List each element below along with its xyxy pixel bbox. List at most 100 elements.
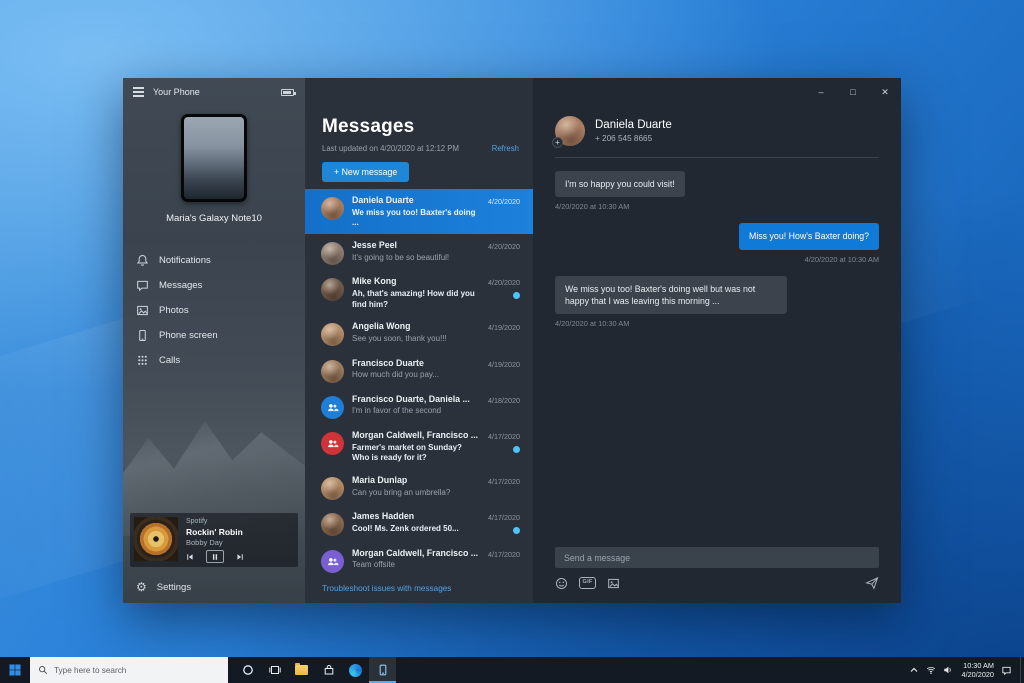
previous-track-icon[interactable] [186, 553, 194, 561]
sidebar-nav: Notifications Messages Photos Phone scre… [123, 248, 305, 373]
messages-header: Messages Last updated on 4/20/2020 at 12… [305, 106, 533, 153]
your-phone-taskbar-button[interactable] [369, 657, 396, 683]
tray-overflow-chevron-icon[interactable] [909, 665, 919, 675]
conversation-name: James Hadden [352, 511, 415, 522]
close-button[interactable]: ✕ [869, 78, 901, 106]
sidebar-item-settings[interactable]: ⚙ Settings [123, 575, 305, 603]
send-icon[interactable] [865, 576, 879, 590]
file-explorer-button[interactable] [288, 657, 315, 683]
thread-spacer [533, 340, 901, 547]
conversation-row-group-francisco-daniela[interactable]: Francisco Duarte, Daniela ... I'm in fav… [305, 388, 533, 424]
thread-contact-info: Daniela Duarte + 206 545 8665 [595, 119, 672, 143]
conversation-row-maria-dunlap[interactable]: Maria Dunlap Can you bring an umbrella? … [305, 469, 533, 505]
task-view-button[interactable] [261, 657, 288, 683]
nav-label: Photos [159, 305, 189, 316]
conversation-name: Morgan Caldwell, Francisco ... [352, 430, 479, 441]
gif-icon[interactable]: GIF [579, 576, 597, 590]
taskbar: 10:30 AM 4/20/2020 [0, 657, 1024, 683]
desktop: Your Phone – □ ✕ Maria's Galaxy Note10 N… [0, 0, 1024, 683]
sidebar-item-messages[interactable]: Messages [123, 273, 305, 298]
search-input[interactable] [54, 665, 220, 675]
last-updated-row: Last updated on 4/20/2020 at 12:12 PM Re… [322, 144, 519, 153]
volume-icon[interactable] [943, 665, 953, 675]
player-info: Spotify Rockin' Robin Bobby Day [186, 517, 294, 563]
nav-label: Notifications [159, 255, 211, 266]
image-attach-icon[interactable] [607, 577, 620, 590]
window-controls: – □ ✕ [805, 78, 901, 106]
contact-avatar [321, 242, 344, 266]
your-phone-icon [379, 664, 386, 676]
task-view-icon [268, 666, 281, 674]
sidebar-item-notifications[interactable]: Notifications [123, 248, 305, 273]
conversation-row-jesse-peel[interactable]: Jesse Peel It's going to be so beautiful… [305, 234, 533, 270]
cortana-button[interactable] [234, 657, 261, 683]
conversation-name: Morgan Caldwell, Francisco ... [352, 547, 479, 558]
conversation-texts: Jesse Peel It's going to be so beautiful… [352, 240, 480, 263]
contact-avatar [321, 323, 344, 347]
player-track-title: Rockin' Robin [186, 527, 243, 537]
group-avatar [321, 395, 344, 419]
next-track-icon[interactable] [236, 553, 244, 561]
phone-preview [181, 114, 247, 202]
nav-label: Messages [159, 280, 203, 291]
conversation-row-francisco-duarte[interactable]: Francisco Duarte How much did you pay...… [305, 352, 533, 388]
conversation-row-mike-kong[interactable]: Mike Kong Ah, that's amazing! How did yo… [305, 270, 533, 315]
network-icon[interactable] [926, 665, 936, 675]
start-button[interactable] [0, 657, 30, 683]
message-input[interactable] [555, 547, 879, 568]
thread-contact-name: Daniela Duarte [595, 119, 672, 131]
device-name: Maria's Galaxy Note10 [166, 213, 262, 224]
nav-label: Phone screen [159, 330, 218, 341]
conversation-row-angelia-wong[interactable]: Angelia Wong See you soon, thank you!!! … [305, 315, 533, 351]
sidebar-item-photos[interactable]: Photos [123, 298, 305, 323]
conversation-row-group-team-offsite[interactable]: Morgan Caldwell, Francisco ... Team offs… [305, 542, 533, 578]
conversation-texts: Maria Dunlap Can you bring an umbrella? [352, 475, 480, 498]
conversation-date: 4/20/2020 [488, 278, 520, 288]
store-bag-icon [324, 665, 333, 675]
conversation-row-group-morgan-francisco[interactable]: Morgan Caldwell, Francisco ... Farmer's … [305, 424, 533, 469]
minimize-button[interactable]: – [805, 78, 837, 106]
new-message-button[interactable]: + New message [322, 162, 410, 182]
pause-icon[interactable] [206, 550, 224, 563]
sidebar-item-phone-screen[interactable]: Phone screen [123, 323, 305, 348]
taskbar-spacer [396, 657, 901, 683]
conversation-preview: We miss you too! Baxter's doing ... [352, 207, 476, 228]
conversation-meta: 4/20/2020 [488, 276, 523, 300]
troubleshoot-link[interactable]: Troubleshoot issues with messages [305, 578, 533, 603]
clock-time: 10:30 AM [963, 660, 994, 670]
conversation-thread: + Daniela Duarte + 206 545 8665 I'm so h… [533, 78, 901, 603]
taskbar-search[interactable] [30, 657, 228, 683]
battery-icon [281, 89, 296, 96]
conversation-texts: Francisco Duarte, Daniela ... I'm in fav… [352, 394, 480, 417]
conversation-meta: 4/17/2020 [488, 475, 523, 486]
conversation-name: Maria Dunlap [352, 475, 408, 486]
conversation-meta: 4/19/2020 [488, 358, 523, 369]
conversation-name: Jesse Peel [352, 240, 398, 251]
bell-icon [136, 254, 149, 267]
thread-avatar-wrap: + [552, 116, 585, 148]
taskbar-clock[interactable]: 10:30 AM 4/20/2020 [962, 661, 994, 680]
maximize-button[interactable]: □ [837, 78, 869, 106]
store-button[interactable] [315, 657, 342, 683]
conversation-row-daniela-duarte[interactable]: Daniela Duarte We miss you too! Baxter's… [305, 189, 533, 235]
thread-header: + Daniela Duarte + 206 545 8665 [552, 106, 879, 158]
action-center-icon[interactable] [1001, 665, 1012, 676]
menu-icon[interactable] [133, 87, 144, 97]
taskbar-app-icons [234, 657, 396, 683]
page-title: Messages [322, 116, 415, 137]
conversation-texts: Mike Kong Ah, that's amazing! How did yo… [352, 276, 480, 310]
show-desktop-button[interactable] [1020, 657, 1024, 683]
sidebar-item-calls[interactable]: Calls [123, 348, 305, 373]
conversation-meta: 4/19/2020 [488, 321, 523, 332]
system-tray: 10:30 AM 4/20/2020 [901, 657, 1020, 683]
emoji-icon[interactable] [555, 577, 568, 590]
edge-button[interactable] [342, 657, 369, 683]
image-icon [136, 304, 149, 317]
contact-avatar [321, 477, 344, 501]
refresh-link[interactable]: Refresh [492, 144, 519, 153]
message-timestamp: 4/20/2020 at 10:30 AM [804, 254, 879, 264]
group-avatar [321, 549, 344, 573]
conversation-row-james-hadden[interactable]: James Hadden Cool! Ms. Zenk ordered 50..… [305, 505, 533, 541]
titlebar[interactable]: Your Phone – □ ✕ [123, 78, 901, 106]
